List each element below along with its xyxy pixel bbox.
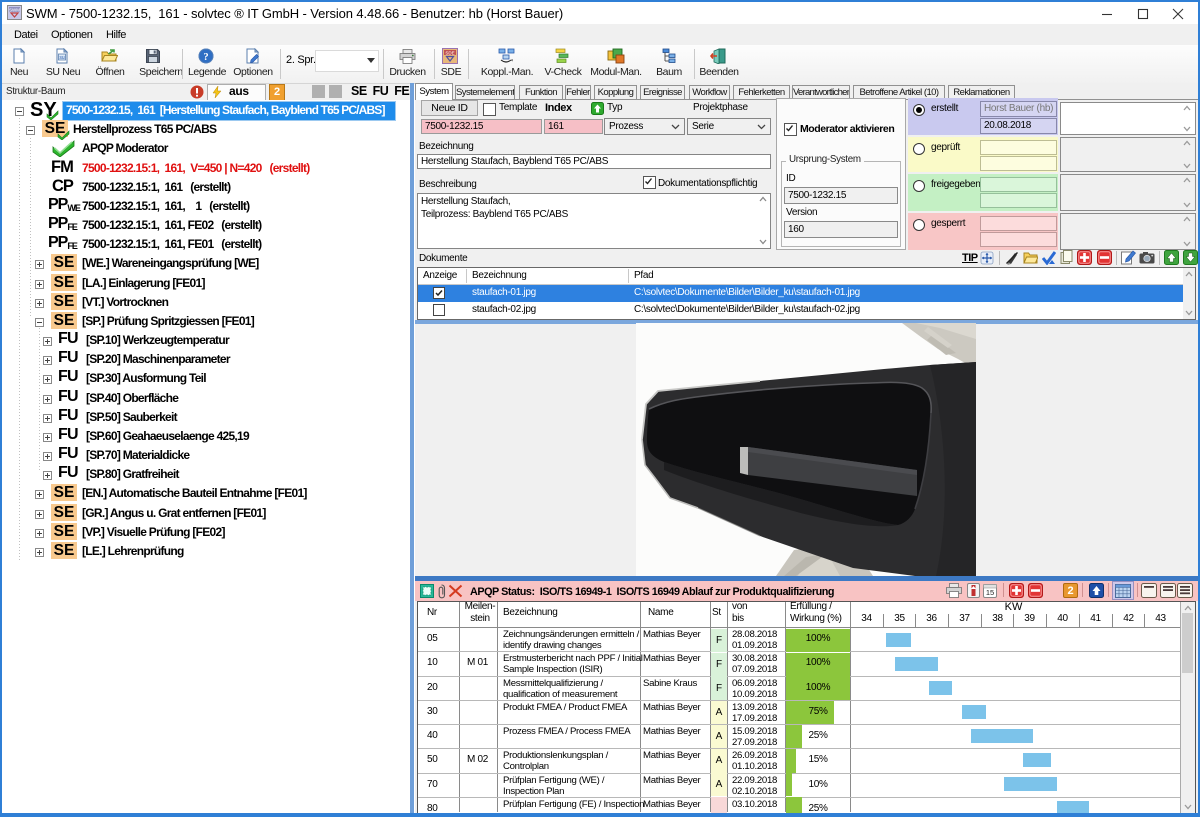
svg-text:?: ? [203, 52, 208, 63]
svg-text:15: 15 [986, 588, 994, 597]
svg-text:SWM: SWM [9, 8, 20, 13]
svg-text:SDE: SDE [445, 50, 454, 55]
svg-text:su: su [59, 55, 65, 61]
